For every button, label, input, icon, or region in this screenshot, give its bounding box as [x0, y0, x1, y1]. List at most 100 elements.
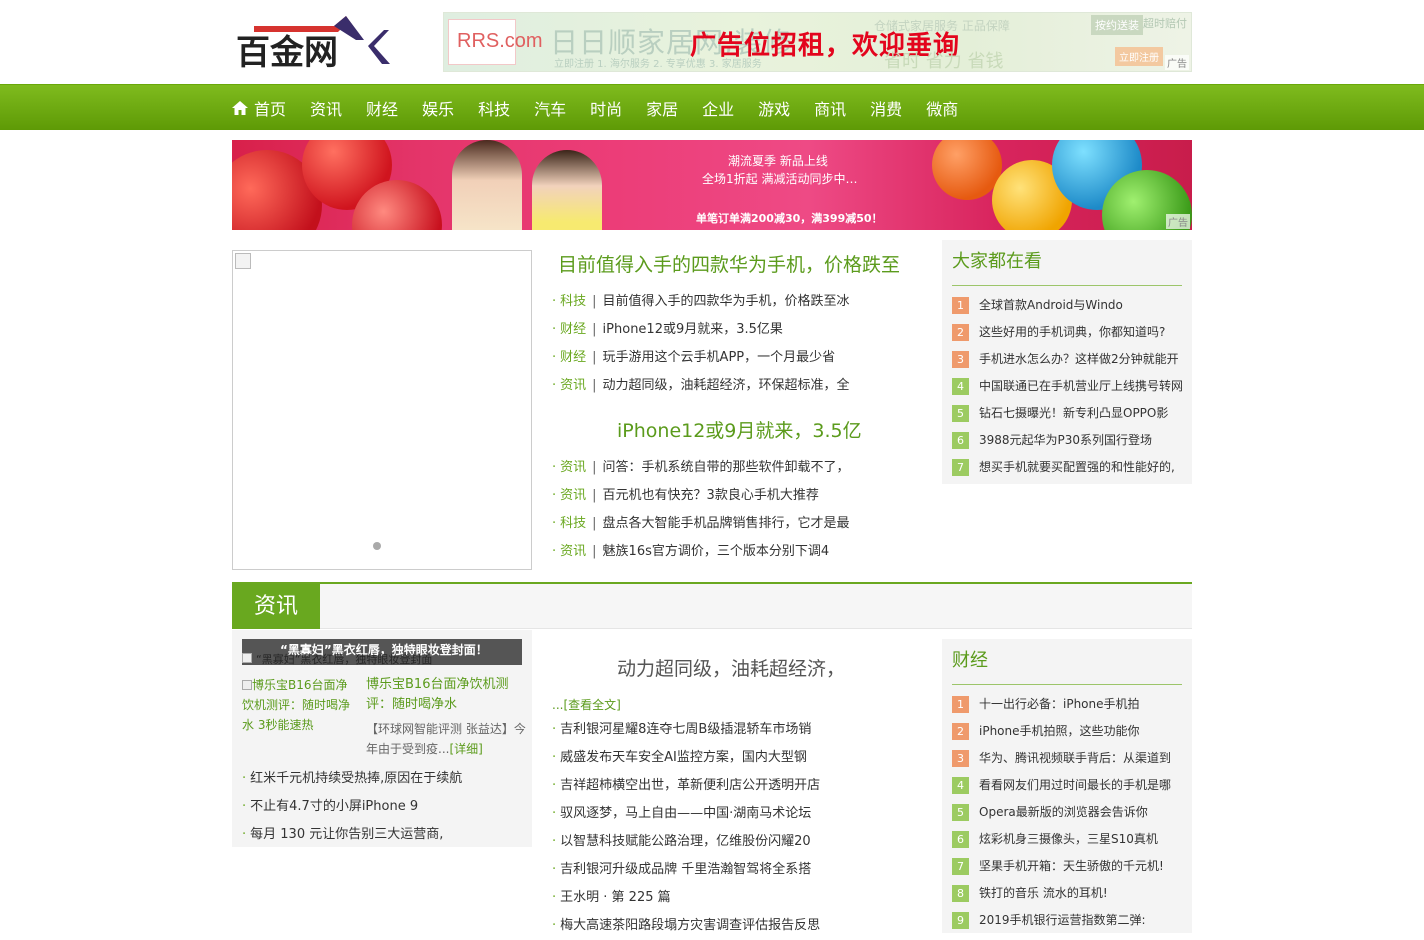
- news-title[interactable]: 目前值得入手的四款华为手机，价格跌至冰: [603, 294, 850, 309]
- rank-title[interactable]: 想买手机就要买配置强的和性能好的,: [979, 454, 1175, 481]
- list-item[interactable]: 4 中国联通已在手机营业厅上线携号转网: [952, 373, 1182, 400]
- rank-title[interactable]: 2019手机银行运营指数第二弹:: [979, 907, 1146, 934]
- news-title[interactable]: 动力超同级，油耗超经济，环保超标准，全: [603, 378, 850, 393]
- read-all-link[interactable]: ...[查看全文]: [552, 696, 621, 713]
- nav-item-enterprise[interactable]: 企业: [702, 96, 734, 120]
- news-title[interactable]: iPhone12或9月就来，3.5亿果: [603, 322, 783, 337]
- rank-title[interactable]: 坚果手机开箱：天生骄傲的千元机!: [979, 853, 1164, 880]
- rank-title[interactable]: 钻石七摄曝光！新专利凸显OPPO影: [979, 400, 1168, 427]
- site-logo[interactable]: 百金网: [234, 12, 404, 73]
- news-title[interactable]: 百元机也有快充？3款良心手机大推荐: [603, 488, 819, 503]
- rank-title[interactable]: 华为、腾讯视频联手背后：从渠道到: [979, 745, 1171, 772]
- news-title[interactable]: 王水明 · 第 225 篇: [560, 890, 670, 905]
- list-item[interactable]: · 吉利银河升级成品牌 千里浩瀚智驾将全系搭: [552, 856, 820, 884]
- list-item[interactable]: 3 华为、腾讯视频联手背后：从渠道到: [952, 745, 1182, 772]
- rank-title[interactable]: 全球首款Android与Windo: [979, 292, 1123, 319]
- news-category[interactable]: 资讯: [560, 488, 586, 503]
- rank-title[interactable]: 炫彩机身三摄像头，三星S10真机: [979, 826, 1158, 853]
- news-title[interactable]: 威盛发布天车安全AI监控方案，国内大型钢: [560, 750, 807, 765]
- detail-link[interactable]: [详细]: [449, 742, 482, 756]
- nav-item-consumer[interactable]: 消费: [870, 96, 902, 120]
- news-title[interactable]: 吉利银河星耀8连夺七周B级插混轿车市场销: [560, 722, 811, 737]
- list-item[interactable]: 4 看看网友们用过时间最长的手机是哪: [952, 772, 1182, 799]
- news-category[interactable]: 财经: [560, 322, 586, 337]
- nav-item-home-living[interactable]: 家居: [646, 96, 678, 120]
- list-item[interactable]: · 资讯 | 百元机也有快充？3款良心手机大推荐: [552, 482, 850, 510]
- nav-item-fashion[interactable]: 时尚: [590, 96, 622, 120]
- list-item[interactable]: · 驭风逐梦，马上自由——中国·湖南马术论坛: [552, 800, 820, 828]
- promo-banner-ad[interactable]: 潮流夏季 新品上线 全场1折起 满减活动同步中… 单笔订单满200减30，满39…: [232, 140, 1192, 230]
- rank-title[interactable]: 十一出行必备：iPhone手机拍: [979, 691, 1140, 718]
- rank-title[interactable]: Opera最新版的浏览器会告诉你: [979, 799, 1148, 826]
- news-category[interactable]: 科技: [560, 516, 586, 531]
- rank-title[interactable]: 铁打的音乐 流水的耳机!: [979, 880, 1108, 907]
- news-title[interactable]: 红米千元机持续受热捧,原因在于续航: [250, 771, 462, 786]
- list-item[interactable]: 5 Opera最新版的浏览器会告诉你: [952, 799, 1182, 826]
- rank-title[interactable]: 中国联通已在手机营业厅上线携号转网: [979, 373, 1182, 400]
- list-item[interactable]: 7 坚果手机开箱：天生骄傲的千元机!: [952, 853, 1182, 880]
- list-item[interactable]: · 王水明 · 第 225 篇: [552, 884, 820, 912]
- list-item[interactable]: · 科技 | 目前值得入手的四款华为手机，价格跌至冰: [552, 288, 850, 316]
- news-title[interactable]: 盘点各大智能手机品牌销售排行，它才是最: [603, 516, 850, 531]
- news-category[interactable]: 财经: [560, 350, 586, 365]
- list-item[interactable]: · 财经 | iPhone12或9月就来，3.5亿果: [552, 316, 850, 344]
- news-category[interactable]: 科技: [560, 294, 586, 309]
- list-item[interactable]: · 红米千元机持续受热捧,原因在于续航: [242, 765, 522, 793]
- list-item[interactable]: · 资讯 | 问答：手机系统自带的那些软件卸载不了，: [552, 454, 850, 482]
- focus-image-caption[interactable]: “黑寡妇”黑衣红唇，独特眼妆登封面！ “黑寡妇”黑衣红唇，独特眼妆登封面: [242, 639, 522, 666]
- list-item[interactable]: · 资讯 | 魅族16s官方调价，三个版本分别下调4: [552, 538, 850, 566]
- news-title[interactable]: 梅大高速茶阳路段塌方灾害调查评估报告反思: [560, 918, 820, 933]
- top-headline-2[interactable]: iPhone12或9月就来，3.5亿: [617, 416, 862, 443]
- focus-slider[interactable]: [232, 250, 532, 570]
- nav-item-wechat-biz[interactable]: 微商: [926, 96, 958, 120]
- list-item[interactable]: 8 铁打的音乐 流水的耳机!: [952, 880, 1182, 907]
- list-item[interactable]: · 吉利银河星耀8连夺七周B级插混轿车市场销: [552, 716, 820, 744]
- news-title[interactable]: 不止有4.7寸的小屏iPhone 9: [250, 799, 418, 814]
- list-item[interactable]: 2 iPhone手机拍照，这些功能你: [952, 718, 1182, 745]
- list-item[interactable]: 5 钻石七摄曝光！新专利凸显OPPO影: [952, 400, 1182, 427]
- list-item[interactable]: · 不止有4.7寸的小屏iPhone 9: [242, 793, 522, 821]
- list-item[interactable]: · 以智慧科技赋能公路治理，亿维股份闪耀20: [552, 828, 820, 856]
- news-title[interactable]: 每月 130 元让你告别三大运营商,: [250, 827, 443, 842]
- news-category[interactable]: 资讯: [560, 544, 586, 559]
- rank-title[interactable]: iPhone手机拍照，这些功能你: [979, 718, 1140, 745]
- mini-article-image[interactable]: 博乐宝B16台面净饮机测评：随时喝净水 3秒能速热: [242, 675, 354, 735]
- list-item[interactable]: 7 想买手机就要买配置强的和性能好的,: [952, 454, 1182, 481]
- list-item[interactable]: 1 全球首款Android与Windo: [952, 292, 1182, 319]
- list-item[interactable]: 9 2019手机银行运营指数第二弹:: [952, 907, 1182, 934]
- nav-item-entertainment[interactable]: 娱乐: [422, 96, 454, 120]
- rank-title[interactable]: 3988元起华为P30系列国行登场: [979, 427, 1152, 454]
- nav-item-finance[interactable]: 财经: [366, 96, 398, 120]
- top-headline-1[interactable]: 目前值得入手的四款华为手机，价格跌至: [558, 250, 900, 277]
- nav-item-tech[interactable]: 科技: [478, 96, 510, 120]
- news-title[interactable]: 以智慧科技赋能公路治理，亿维股份闪耀20: [560, 834, 811, 849]
- list-item[interactable]: · 吉祥超柿横空出世，革新便利店公开透明开店: [552, 772, 820, 800]
- news-category[interactable]: 资讯: [560, 378, 586, 393]
- news-title[interactable]: 吉利银河升级成品牌 千里浩瀚智驾将全系搭: [560, 862, 811, 877]
- nav-item-news[interactable]: 资讯: [310, 96, 342, 120]
- nav-item-business[interactable]: 商讯: [814, 96, 846, 120]
- list-item[interactable]: 3 手机进水怎么办？这样做2分钟就能开: [952, 346, 1182, 373]
- list-item[interactable]: · 每月 130 元让你告别三大运营商,: [242, 821, 522, 849]
- list-item[interactable]: · 资讯 | 动力超同级，油耗超经济，环保超标准，全: [552, 372, 850, 400]
- rank-title[interactable]: 这些好用的手机词典，你都知道吗?: [979, 319, 1165, 346]
- rank-title[interactable]: 手机进水怎么办？这样做2分钟就能开: [979, 346, 1179, 373]
- news-title[interactable]: 问答：手机系统自带的那些软件卸载不了，: [603, 460, 850, 475]
- mini-article-title[interactable]: 博乐宝B16台面净饮机测评：随时喝净水: [366, 675, 526, 715]
- slider-dot[interactable]: [373, 542, 381, 550]
- nav-item-games[interactable]: 游戏: [758, 96, 790, 120]
- list-item[interactable]: 1 十一出行必备：iPhone手机拍: [952, 691, 1182, 718]
- list-item[interactable]: 6 炫彩机身三摄像头，三星S10真机: [952, 826, 1182, 853]
- list-item[interactable]: · 科技 | 盘点各大智能手机品牌销售排行，它才是最: [552, 510, 850, 538]
- news-title[interactable]: 驭风逐梦，马上自由——中国·湖南马术论坛: [560, 806, 811, 821]
- ad-register-button[interactable]: 立即注册: [1115, 47, 1163, 66]
- list-item[interactable]: · 威盛发布天车安全AI监控方案，国内大型钢: [552, 744, 820, 772]
- nav-item-auto[interactable]: 汽车: [534, 96, 566, 120]
- list-item[interactable]: 6 3988元起华为P30系列国行登场: [952, 427, 1182, 454]
- header-ad-banner[interactable]: RRS.com 日日顺家居网,装修 立即注册 1. 海尔服务 2. 专享优惠 3…: [443, 12, 1192, 72]
- section-tab-news[interactable]: 资讯: [232, 584, 320, 629]
- news-category[interactable]: 资讯: [560, 460, 586, 475]
- news-title[interactable]: 魅族16s官方调价，三个版本分别下调4: [603, 544, 830, 559]
- list-item[interactable]: 2 这些好用的手机词典，你都知道吗?: [952, 319, 1182, 346]
- news-title[interactable]: 玩手游用这个云手机APP，一个月最少省: [603, 350, 836, 365]
